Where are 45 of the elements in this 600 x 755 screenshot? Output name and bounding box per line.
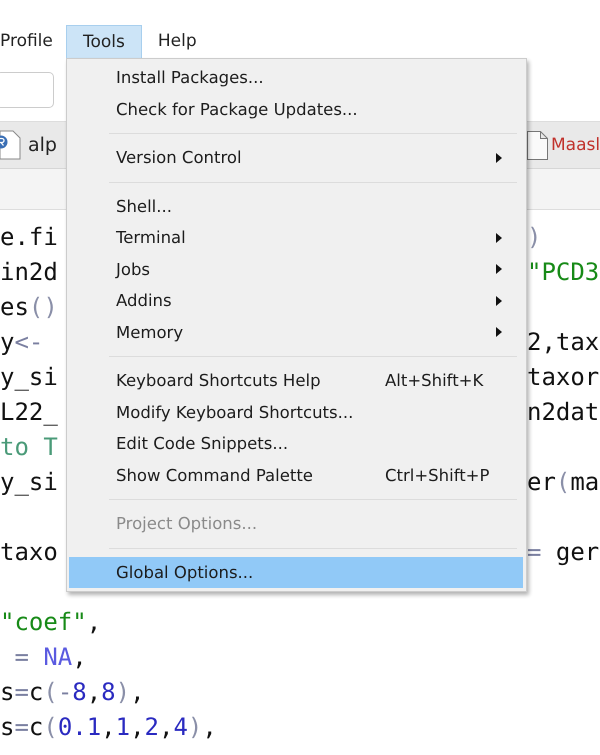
toolbar-field[interactable]	[0, 72, 54, 108]
menu-item[interactable]: Show Command Palette Ctrl+Shift+P	[69, 460, 523, 491]
code-text: = NA,	[13, 642, 87, 673]
code-text: es()	[0, 292, 58, 323]
file-tab[interactable]: Maasl	[551, 135, 600, 155]
submenu-arrow-icon	[496, 232, 502, 243]
file-tab[interactable]: alp	[28, 134, 57, 156]
code-text: in2d	[0, 257, 58, 288]
code-text: y_si	[0, 467, 58, 498]
submenu-arrow-icon	[496, 152, 502, 163]
r-file-icon	[0, 130, 22, 160]
code-text: "coef",	[0, 607, 102, 638]
menu-bar-item[interactable]: Tools	[66, 25, 142, 58]
submenu-arrow-icon	[496, 327, 502, 338]
menu-bar-item[interactable]: Help	[142, 25, 213, 58]
code-text: s=c(0.1,1,2,4),	[0, 712, 217, 743]
code-text: 2,tax	[527, 327, 600, 358]
code-text: L22_	[0, 397, 58, 428]
menu-item[interactable]: Terminal	[69, 222, 523, 254]
menu-item[interactable]: Addins	[69, 285, 523, 316]
code-text: y_si	[0, 362, 58, 393]
submenu-arrow-icon	[496, 296, 502, 306]
menu-item[interactable]: Jobs	[69, 254, 523, 285]
code-text: er(ma	[527, 467, 600, 498]
menu-item[interactable]: Check for Package Updates...	[69, 94, 523, 125]
code-text: y<-	[0, 327, 44, 358]
menu-item[interactable]: Keyboard Shortcuts Help Alt+Shift+K	[69, 365, 523, 396]
menu-item[interactable]: Global Options...	[69, 556, 523, 588]
menu-item[interactable]: Edit Code Snippets...	[69, 428, 523, 460]
code-text: taxo	[0, 537, 58, 568]
menu-item[interactable]: Modify Keyboard Shortcuts...	[69, 396, 523, 428]
menu-item[interactable]: Memory	[69, 316, 523, 348]
code-text: to T	[0, 432, 58, 463]
code-text: n2dat	[527, 397, 600, 428]
code-text: "PCD3	[527, 257, 600, 288]
menu-item[interactable]: Install Packages...	[69, 62, 523, 94]
code-text: )	[527, 222, 542, 253]
code-text: taxor	[527, 362, 600, 393]
menu-item[interactable]: Version Control	[69, 142, 523, 174]
code-text: = ger	[527, 537, 600, 568]
code-text: e.fi	[0, 222, 58, 253]
code-text: s=c(-8,8),	[0, 677, 145, 708]
menu-bar-item[interactable]: Profile	[0, 25, 66, 58]
submenu-arrow-icon	[496, 264, 502, 274]
menu-item[interactable]: Shell...	[69, 190, 523, 222]
